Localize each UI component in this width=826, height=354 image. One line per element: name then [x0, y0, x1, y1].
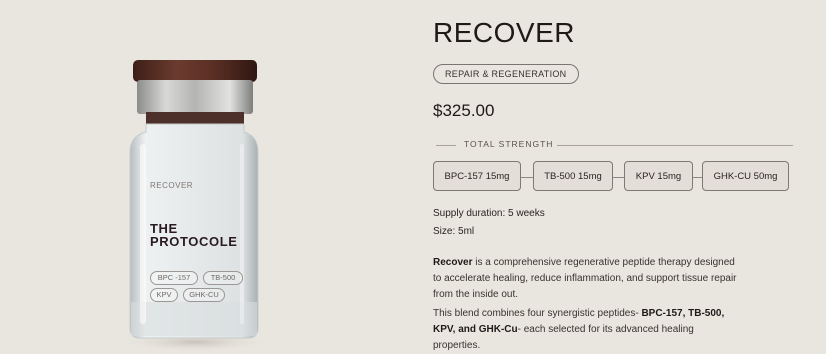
product-image: RECOVER THE PROTOCOLE BPC -157 TB-500 KP… [0, 0, 400, 354]
vial-chip-bpc157: BPC -157 [150, 271, 198, 285]
vial-illustration [117, 60, 273, 352]
description-paragraph-2: This blend combines four synergistic pep… [433, 306, 743, 354]
supply-duration: Supply duration: 5 weeks [433, 208, 545, 219]
total-strength-label: TOTAL STRENGTH [464, 139, 554, 149]
product-size: Size: 5ml [433, 226, 475, 237]
total-strength-divider: TOTAL STRENGTH [433, 139, 793, 151]
divider-line [436, 145, 456, 146]
description-paragraph-1: Recover is a comprehensive regenerative … [433, 255, 743, 303]
vial-label: RECOVER [150, 181, 194, 190]
vial-brand-logo: THE PROTOCOLE [150, 221, 238, 249]
description-text: This blend combines four synergistic pep… [433, 308, 642, 319]
peptide-connector [692, 177, 702, 178]
description-text: is a comprehensive regenerative peptide … [433, 257, 737, 300]
description-bold-name: Recover [433, 257, 473, 268]
vial-chip-kpv: KPV [150, 288, 178, 302]
peptide-ghkcu[interactable]: GHK-CU 50mg [702, 161, 789, 191]
product-price: $325.00 [433, 101, 495, 120]
peptide-bpc157[interactable]: BPC-157 15mg [433, 161, 521, 191]
peptide-connector [612, 177, 624, 178]
divider-line [557, 145, 793, 146]
peptide-connector [520, 177, 533, 178]
peptide-tb500[interactable]: TB-500 15mg [533, 161, 613, 191]
category-badge: REPAIR & REGENERATION [433, 64, 579, 84]
product-title: RECOVER [433, 17, 575, 48]
vial-chip-ghkcu: GHK-CU [183, 288, 225, 302]
peptide-kpv[interactable]: KPV 15mg [624, 161, 693, 191]
vial-chip-tb500: TB-500 [203, 271, 243, 285]
peptide-list: BPC-157 15mg TB-500 15mg KPV 15mg GHK-CU… [433, 161, 793, 193]
